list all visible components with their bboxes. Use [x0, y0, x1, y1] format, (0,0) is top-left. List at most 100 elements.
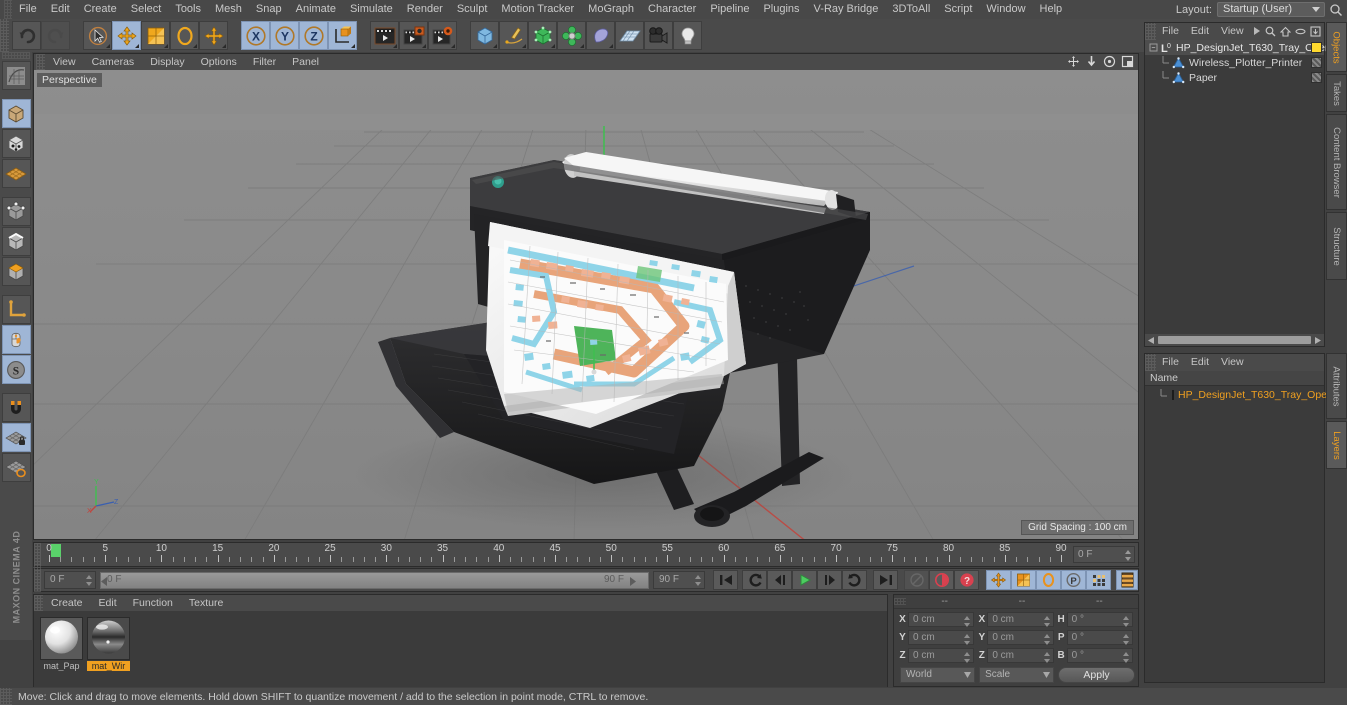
menu-item-motion-tracker[interactable]: Motion Tracker — [494, 0, 581, 19]
material-menu-texture[interactable]: Texture — [181, 595, 231, 611]
add-camera-button[interactable] — [644, 21, 673, 50]
material-preview-sphere[interactable] — [40, 617, 83, 660]
axis-mode-button[interactable] — [1, 295, 31, 324]
polygon-object-icon[interactable] — [1172, 71, 1186, 84]
scroll-right-icon[interactable] — [1313, 336, 1322, 345]
transform-tool[interactable] — [199, 21, 228, 50]
menu-item-tools[interactable]: Tools — [168, 0, 208, 19]
coord-field-rotation-h[interactable]: 0 ° — [1066, 612, 1133, 627]
apply-button[interactable]: Apply — [1058, 667, 1135, 683]
record-active-objects-button[interactable] — [904, 570, 929, 590]
soft-selection-button[interactable]: S — [1, 355, 31, 384]
layout-dropdown[interactable]: Startup (User) — [1217, 2, 1325, 17]
go-to-start-button[interactable] — [713, 570, 738, 590]
viewport-menu-display[interactable]: Display — [142, 54, 192, 70]
status-bar-grip[interactable] — [0, 688, 12, 705]
object-manager-menu-view[interactable]: View — [1215, 23, 1250, 40]
layer-manager-menu-file[interactable]: File — [1156, 354, 1185, 371]
coord-field-size-x[interactable]: 0 cm — [987, 612, 1054, 627]
timeline-button[interactable] — [1116, 570, 1138, 590]
viewport-menu-options[interactable]: Options — [193, 54, 245, 70]
timeline-ruler[interactable]: 0 5 10 15 20 25 30 35 40 45 50 55 60 65 70 75 80 85 90 0 F — [33, 542, 1139, 568]
go-to-previous-key-button[interactable] — [742, 570, 767, 590]
planar-workplane-button[interactable] — [1, 453, 31, 482]
autokeying-button[interactable] — [929, 570, 954, 590]
home-icon[interactable] — [1280, 26, 1291, 37]
fit-icon[interactable] — [1310, 26, 1321, 37]
add-spline-button[interactable] — [499, 21, 528, 50]
render-to-picture-viewer-button[interactable] — [399, 21, 428, 50]
add-generator-button[interactable] — [528, 21, 557, 50]
scale-tool[interactable] — [141, 21, 170, 50]
viewport[interactable]: View Cameras Display Options Filter Panel Per… — [33, 53, 1139, 540]
viewport-3d-scene[interactable] — [34, 54, 1138, 539]
preview-range-slider[interactable]: 0 F 90 F — [100, 571, 649, 589]
object-manager-menu-file[interactable]: File — [1156, 23, 1185, 40]
current-frame-marker[interactable] — [51, 544, 61, 557]
menu-item-edit[interactable]: Edit — [44, 0, 77, 19]
point-level-animation-button[interactable] — [1086, 570, 1111, 590]
menu-item-sculpt[interactable]: Sculpt — [450, 0, 495, 19]
spinner-icon[interactable] — [1043, 634, 1050, 645]
menu-item-file[interactable]: File — [12, 0, 44, 19]
coord-field-rotation-p[interactable]: 0 ° — [1066, 630, 1133, 645]
search-icon[interactable] — [1329, 3, 1343, 17]
viewport-menu-view[interactable]: View — [45, 54, 84, 70]
spinner-icon[interactable] — [964, 652, 971, 663]
viewport-menu-cameras[interactable]: Cameras — [84, 54, 143, 70]
menu-grip[interactable] — [4, 0, 12, 19]
lock-workplane-button[interactable] — [1, 423, 31, 452]
maximize-view-icon[interactable] — [1121, 55, 1134, 68]
menu-item-create[interactable]: Create — [77, 0, 124, 19]
layer-color-swatch[interactable] — [1172, 390, 1174, 400]
null-object-icon[interactable]: L0 — [1160, 42, 1173, 54]
spinner-icon[interactable] — [86, 575, 92, 586]
dolly-camera-icon[interactable] — [1085, 55, 1098, 68]
menu-item-simulate[interactable]: Simulate — [343, 0, 400, 19]
range-right-handle-icon[interactable] — [627, 576, 636, 586]
add-cube-button[interactable] — [470, 21, 499, 50]
play-button[interactable] — [792, 570, 817, 590]
menu-item-animate[interactable]: Animate — [289, 0, 343, 19]
right-tab-takes[interactable]: Takes — [1326, 74, 1347, 112]
texture-mode-button[interactable] — [1, 129, 31, 158]
world-object-coord-button[interactable] — [328, 21, 357, 50]
menu-item-snap[interactable]: Snap — [249, 0, 289, 19]
redo-button[interactable] — [41, 21, 70, 50]
timeline-ticks[interactable]: 0 5 10 15 20 25 30 35 40 45 50 55 60 65 70 75 80 85 90 — [42, 543, 1067, 568]
step-forward-button[interactable] — [817, 570, 842, 590]
spinner-icon[interactable] — [1043, 616, 1050, 627]
spinner-icon[interactable] — [1122, 634, 1129, 645]
keyframe-selection-button[interactable]: ? — [954, 570, 979, 590]
spinner-icon[interactable] — [1125, 550, 1131, 561]
workplane-mode-button[interactable] — [1, 159, 31, 188]
add-modeling-object-button[interactable] — [557, 21, 586, 50]
coord-field-rotation-b[interactable]: 0 ° — [1066, 648, 1133, 663]
object-manager-menu-edit[interactable]: Edit — [1185, 23, 1215, 40]
polygon-object-icon[interactable] — [1172, 56, 1186, 69]
pan-camera-icon[interactable] — [1067, 55, 1080, 68]
material-menu-edit[interactable]: Edit — [91, 595, 125, 611]
coord-field-size-z[interactable]: 0 cm — [987, 648, 1054, 663]
layer-manager-menu-view[interactable]: View — [1215, 354, 1250, 371]
polygons-mode-button[interactable] — [1, 257, 31, 286]
object-manager-hscrollbar[interactable] — [1145, 334, 1324, 346]
enable-snapping-button[interactable] — [1, 325, 31, 354]
menu-item-mesh[interactable]: Mesh — [208, 0, 249, 19]
object-tag[interactable] — [1311, 42, 1322, 53]
coordinate-system-dropdown[interactable]: World — [900, 667, 976, 683]
spinner-icon[interactable] — [695, 575, 701, 586]
scale-key-button[interactable] — [1011, 570, 1036, 590]
menu-item-plugins[interactable]: Plugins — [756, 0, 806, 19]
menu-item-v-ray-bridge[interactable]: V-Ray Bridge — [807, 0, 886, 19]
edges-mode-button[interactable] — [1, 227, 31, 256]
object-tree[interactable]: L 0 HP_DesignJet_T630_Tray_Open Wireless_Pl… — [1145, 40, 1331, 325]
live-selection-tool[interactable] — [83, 21, 112, 50]
object-tag[interactable] — [1311, 57, 1322, 68]
add-light-button[interactable] — [673, 21, 702, 50]
add-deformer-button[interactable] — [586, 21, 615, 50]
object-tree-row[interactable]: Wireless_Plotter_Printer — [1145, 55, 1324, 70]
rotation-key-button[interactable] — [1036, 570, 1061, 590]
spinner-icon[interactable] — [1043, 652, 1050, 663]
material-list[interactable]: mat_Pap mat_Wir — [34, 611, 887, 687]
